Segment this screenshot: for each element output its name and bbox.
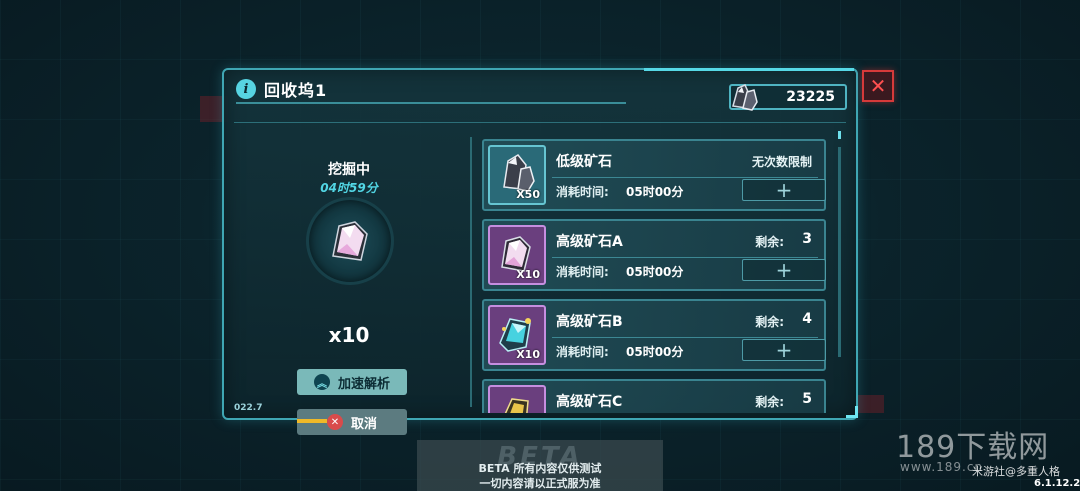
ore-limit: 无次数限制 xyxy=(751,155,812,169)
ore-name: 高级矿石B xyxy=(556,314,623,330)
client-version: 6.1.12.2 xyxy=(1034,478,1080,489)
remaining-label: 剩余: xyxy=(755,395,784,409)
panel-version-left: 022.7 xyxy=(234,403,263,413)
ore-list-item[interactable]: X10 高级矿石A 剩余: 3 消耗时间: 05时00分 + xyxy=(482,219,826,291)
ore-list[interactable]: X50 低级矿石 无次数限制 消耗时间: 05时00分 + X10 高级矿石A … xyxy=(482,139,834,413)
background-deco xyxy=(856,395,884,413)
ore-thumbnail xyxy=(488,385,546,413)
tab-marker xyxy=(297,419,327,423)
mining-status-pane: 挖掘中 04时59分 x10 ︽ 加速解析 ✕ 取消 xyxy=(234,123,464,435)
mining-timer: 04时59分 xyxy=(320,181,378,195)
add-ore-button[interactable]: + xyxy=(742,259,826,281)
currency-display: 23225 xyxy=(729,84,847,111)
author-watermark: 米游社@多重人格 xyxy=(972,465,1060,478)
cost-time-label: 消耗时间: xyxy=(556,345,609,359)
mining-ore-slot xyxy=(306,197,394,285)
ore-quantity: X10 xyxy=(516,348,540,361)
ore-name: 高级矿石A xyxy=(556,234,623,250)
beta-notice-line-1: BETA 所有内容仅供测试 xyxy=(478,462,602,475)
remaining-value: 4 xyxy=(802,311,812,327)
plus-icon: + xyxy=(775,258,793,282)
cost-time-value: 05时00分 xyxy=(626,185,684,199)
ore-list-item[interactable]: X10 高级矿石B 剩余: 4 消耗时间: 05时00分 + xyxy=(482,299,826,371)
pane-divider xyxy=(470,137,472,407)
cost-time-label: 消耗时间: xyxy=(556,265,609,279)
currency-value: 23225 xyxy=(786,89,835,105)
plus-icon: + xyxy=(775,178,793,202)
cost-time-label: 消耗时间: xyxy=(556,185,609,199)
pink-crystal-icon xyxy=(332,221,368,261)
ore-name: 高级矿石C xyxy=(556,394,623,410)
double-chevron-up-icon: ︽ xyxy=(313,374,330,390)
crystal-cluster-icon xyxy=(732,84,758,111)
remaining-value: 5 xyxy=(802,391,812,407)
ore-thumbnail: X10 xyxy=(488,225,546,285)
panel-body: 挖掘中 04时59分 x10 ︽ 加速解析 ✕ 取消 X50 低级矿石 无次数限… xyxy=(234,122,846,435)
ore-quantity: X50 xyxy=(516,188,540,201)
close-button[interactable]: ✕ xyxy=(862,70,894,102)
plus-icon: + xyxy=(775,338,793,362)
info-icon[interactable]: i xyxy=(236,79,256,99)
close-icon: ✕ xyxy=(869,74,887,98)
ore-thumbnail: X10 xyxy=(488,305,546,365)
cancel-x-icon: ✕ xyxy=(326,414,343,430)
speed-up-button[interactable]: ︽ 加速解析 xyxy=(297,369,407,395)
remaining-label: 剩余: xyxy=(755,235,784,249)
mining-status-label: 挖掘中 xyxy=(328,162,370,178)
ore-list-item[interactable]: 高级矿石C 剩余: 5 xyxy=(482,379,826,413)
panel-corner-mark xyxy=(846,406,858,418)
ore-quantity: X10 xyxy=(516,268,540,281)
mining-ore-count: x10 xyxy=(328,323,370,347)
cost-time-value: 05时00分 xyxy=(626,265,684,279)
remaining-value: 3 xyxy=(802,231,812,247)
ore-thumbnail: X50 xyxy=(488,145,546,205)
speed-up-label: 加速解析 xyxy=(337,376,390,392)
cancel-label: 取消 xyxy=(350,416,377,432)
remaining-label: 剩余: xyxy=(755,315,784,329)
list-scrollbar-track[interactable] xyxy=(838,147,841,357)
ore-list-item[interactable]: X50 低级矿石 无次数限制 消耗时间: 05时00分 + xyxy=(482,139,826,211)
cost-time-value: 05时00分 xyxy=(626,345,684,359)
ore-name: 低级矿石 xyxy=(556,154,612,170)
list-scrollbar-thumb[interactable] xyxy=(838,131,841,139)
title-bar: i 回收坞1 xyxy=(236,76,626,104)
beta-notice-line-2: 一切内容请以正式服为准 xyxy=(479,477,601,490)
add-ore-button[interactable]: + xyxy=(742,179,826,201)
panel-top-accent xyxy=(644,68,854,71)
recycle-dock-panel: i 回收坞1 23225 挖掘中 04时59分 x10 ︽ 加速解析 ✕ 取消 … xyxy=(222,68,858,435)
add-ore-button[interactable]: + xyxy=(742,339,826,361)
panel-title: 回收坞1 xyxy=(264,81,328,100)
gold-crystal-icon xyxy=(504,398,529,413)
site-watermark-url: www.189.cn xyxy=(900,460,984,474)
beta-notice: BETA BETA 所有内容仅供测试 一切内容请以正式服为准 xyxy=(417,440,663,491)
